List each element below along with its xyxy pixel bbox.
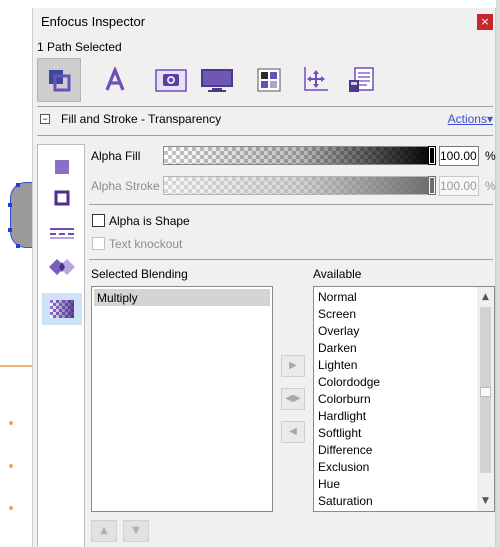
- blend-mode-item[interactable]: Hue: [318, 477, 340, 491]
- path-anchor-handle[interactable]: [16, 244, 20, 248]
- image-icon: [155, 69, 187, 92]
- tab-transparency[interactable]: [42, 293, 82, 325]
- section-header: − Fill and Stroke - Transparency Actions…: [37, 110, 493, 128]
- scroll-down-arrow[interactable]: ▼: [477, 493, 494, 510]
- blend-mode-item[interactable]: Overlay: [318, 324, 359, 338]
- alpha-stroke-slider-thumb[interactable]: [428, 176, 436, 195]
- canvas-edge: [496, 0, 500, 547]
- position-icon: [304, 67, 328, 91]
- separator: [37, 135, 493, 136]
- blend-mode-item[interactable]: Exclusion: [318, 460, 369, 474]
- text-tool[interactable]: [93, 58, 137, 102]
- fill-square-icon: [55, 160, 69, 174]
- alpha-fill-slider[interactable]: [163, 146, 436, 165]
- blend-mode-item[interactable]: Difference: [318, 443, 372, 457]
- available-blending-label: Available: [313, 267, 362, 281]
- color-tool[interactable]: [247, 58, 291, 102]
- selection-status: 1 Path Selected: [37, 40, 122, 54]
- fill-stroke-icon: [49, 70, 71, 92]
- position-tool[interactable]: [293, 58, 337, 102]
- available-list-scrollbar[interactable]: ▲ ▼: [477, 287, 494, 511]
- tab-fill[interactable]: [42, 151, 82, 183]
- document-icon: [201, 69, 233, 92]
- separator: [89, 204, 493, 205]
- section-title: Fill and Stroke - Transparency: [61, 112, 222, 126]
- blend-mode-item[interactable]: Hardlight: [318, 409, 366, 423]
- guide-dot: [9, 421, 13, 425]
- dashed-lines-icon: [50, 228, 74, 239]
- alpha-fill-input[interactable]: 100.00: [439, 146, 479, 166]
- properties-tool[interactable]: [339, 58, 383, 102]
- alpha-stroke-label: Alpha Stroke: [91, 179, 160, 193]
- separator: [37, 106, 493, 107]
- stroke-square-icon: [54, 190, 70, 206]
- window-title: Enfocus Inspector: [41, 14, 146, 29]
- fill-stroke-tool[interactable]: [37, 58, 81, 102]
- guide-dot: [9, 506, 13, 510]
- blend-mode-item[interactable]: Darken: [318, 341, 357, 355]
- alpha-fill-slider-thumb[interactable]: [428, 146, 436, 165]
- blend-mode-item[interactable]: Softlight: [318, 426, 361, 440]
- selected-blending-label: Selected Blending: [91, 267, 188, 281]
- remove-blend-button[interactable]: ◀: [281, 421, 305, 443]
- path-anchor-handle[interactable]: [16, 183, 20, 187]
- properties-icon: [349, 67, 374, 92]
- text-icon: [105, 67, 125, 91]
- move-up-button[interactable]: ▲: [91, 520, 117, 542]
- alpha-is-shape-label: Alpha is Shape: [109, 214, 190, 228]
- overlap-diamond-icon: [49, 259, 75, 275]
- close-button[interactable]: ×: [477, 14, 493, 30]
- enfocus-inspector-panel: Enfocus Inspector × 1 Path Selected − Fi…: [32, 8, 496, 547]
- path-anchor-handle[interactable]: [8, 228, 12, 232]
- image-tool[interactable]: [149, 58, 193, 102]
- alpha-stroke-input[interactable]: 100.00: [439, 176, 479, 196]
- path-anchor-handle[interactable]: [8, 203, 12, 207]
- guide-dot: [9, 464, 13, 468]
- text-knockout-label: Text knockout: [109, 237, 183, 251]
- tab-overlap[interactable]: [42, 251, 82, 283]
- alpha-is-shape-checkbox[interactable]: [92, 214, 105, 227]
- selected-blending-list[interactable]: Multiply: [91, 286, 273, 512]
- available-blending-list[interactable]: Normal Screen Overlay Darken Lighten Col…: [313, 286, 495, 512]
- alpha-fill-unit: %: [485, 149, 496, 163]
- selected-blending-item[interactable]: Multiply: [97, 291, 138, 305]
- alpha-gradient: [164, 147, 434, 164]
- document-tool[interactable]: [195, 58, 239, 102]
- actions-menu[interactable]: Actions▾: [448, 112, 493, 126]
- blend-mode-item[interactable]: Saturation: [318, 494, 373, 508]
- tab-dashes[interactable]: [42, 217, 82, 249]
- alpha-stroke-slider[interactable]: [163, 176, 436, 195]
- move-down-button[interactable]: ▼: [123, 520, 149, 542]
- tab-stroke[interactable]: [42, 182, 82, 214]
- blend-mode-item[interactable]: Colorburn: [318, 392, 371, 406]
- scroll-thumb[interactable]: [480, 387, 491, 397]
- transparency-icon: [50, 300, 74, 318]
- blend-mode-item[interactable]: Normal: [318, 290, 357, 304]
- swap-blend-button[interactable]: ◀▶: [281, 388, 305, 410]
- blend-mode-item[interactable]: Screen: [318, 307, 356, 321]
- property-tab-column: [37, 144, 85, 547]
- guide-line: [0, 365, 32, 367]
- inspector-toolbar: [37, 58, 493, 102]
- blend-mode-item[interactable]: Lighten: [318, 358, 357, 372]
- alpha-fill-label: Alpha Fill: [91, 149, 141, 163]
- alpha-gradient: [164, 177, 434, 194]
- collapse-toggle[interactable]: −: [40, 114, 50, 124]
- title-bar[interactable]: Enfocus Inspector ×: [33, 8, 495, 34]
- add-blend-button[interactable]: ▶: [281, 355, 305, 377]
- separator: [89, 259, 493, 260]
- color-icon: [257, 68, 281, 92]
- scroll-up-arrow[interactable]: ▲: [477, 289, 494, 306]
- blend-mode-item[interactable]: Colordodge: [318, 375, 380, 389]
- alpha-stroke-unit: %: [485, 179, 496, 193]
- text-knockout-checkbox[interactable]: [92, 237, 105, 250]
